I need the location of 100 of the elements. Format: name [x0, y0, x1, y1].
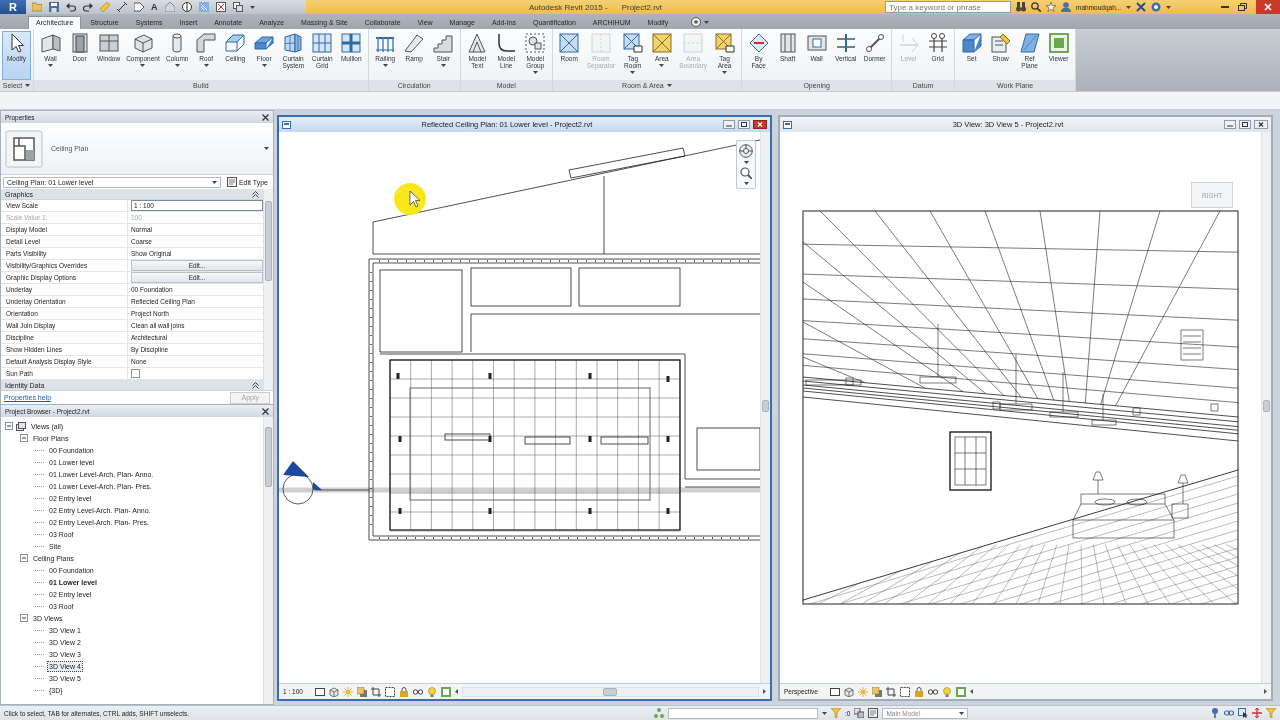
file-name: Project2.rvt	[621, 2, 663, 12]
arrow-left-icon[interactable]	[454, 689, 458, 694]
text-tool-button[interactable]: A	[151, 1, 158, 13]
dimension-line-icon[interactable]	[117, 2, 127, 12]
caret-icon[interactable]	[666, 84, 672, 87]
pin-icon[interactable]	[1210, 708, 1220, 718]
caret-icon[interactable]	[203, 64, 209, 67]
ref-plane-icon	[1019, 33, 1040, 53]
close-icon[interactable]	[262, 113, 269, 121]
window-icon	[98, 33, 119, 53]
collapse-icon[interactable]	[252, 381, 259, 389]
binoculars-icon[interactable]	[1016, 2, 1026, 12]
mouse-pointer-icon	[394, 183, 426, 215]
caret-icon[interactable]	[659, 64, 665, 67]
steering-wheel-icon[interactable]	[739, 144, 753, 158]
sheet-icon[interactable]	[868, 708, 879, 718]
caret-icon[interactable]	[704, 21, 710, 24]
frame-icon[interactable]	[829, 686, 840, 697]
caret-icon[interactable]	[440, 64, 446, 67]
caret-icon[interactable]	[48, 64, 53, 67]
scroll-thumb[interactable]	[762, 400, 769, 412]
caret-icon[interactable]	[140, 64, 146, 67]
dashed-frame-icon[interactable]	[384, 686, 395, 697]
dashed-frame-icon[interactable]	[899, 686, 910, 697]
search-field[interactable]: Type a keyword or phrase	[885, 1, 1011, 13]
caret-icon[interactable]	[249, 5, 255, 9]
workset-field[interactable]	[668, 707, 818, 719]
arrow-left-icon[interactable]	[969, 689, 973, 694]
caret-icon[interactable]	[211, 180, 217, 184]
caret-icon[interactable]	[25, 84, 31, 87]
restore-icon[interactable]	[1239, 120, 1251, 129]
crop-icon[interactable]	[370, 686, 381, 697]
glasses-icon[interactable]	[412, 686, 423, 697]
application-button[interactable]: R	[0, 0, 26, 14]
tag-icon[interactable]	[134, 2, 144, 12]
framed-square-icon[interactable]	[440, 686, 451, 697]
squares-icon[interactable]	[854, 708, 865, 718]
close-icon[interactable]	[1254, 120, 1268, 129]
cursor-box-icon[interactable]	[1238, 708, 1248, 718]
checkbox[interactable]	[131, 369, 140, 378]
restore-icon[interactable]	[1238, 3, 1247, 11]
scroll-thumb[interactable]	[265, 201, 272, 281]
glasses-icon[interactable]	[927, 686, 938, 697]
arrow-right-icon[interactable]	[763, 689, 766, 694]
cube-icon[interactable]	[843, 686, 854, 697]
user-icon[interactable]	[1061, 2, 1071, 12]
arrow-right-icon[interactable]	[1264, 689, 1267, 694]
caret-icon[interactable]	[743, 182, 749, 185]
lock-icon[interactable]	[398, 686, 409, 697]
curve-icon	[496, 33, 517, 53]
cube-icon[interactable]	[328, 686, 339, 697]
caret-icon[interactable]	[822, 711, 827, 715]
shadow-icon[interactable]	[356, 686, 367, 697]
plane-icon	[961, 33, 982, 53]
caret-icon[interactable]	[722, 71, 728, 74]
caret-icon[interactable]	[1166, 5, 1172, 9]
caret-icon[interactable]	[174, 64, 180, 67]
room-icon	[559, 33, 580, 53]
caret-icon[interactable]	[1126, 5, 1132, 9]
close-icon[interactable]	[1256, 0, 1280, 14]
section-marker-icon[interactable]	[181, 2, 192, 12]
star-icon[interactable]	[1046, 2, 1056, 12]
elevation-marker-icon[interactable]	[282, 461, 322, 505]
scroll-thumb[interactable]	[1263, 400, 1270, 412]
grid-icon	[927, 33, 948, 53]
shadow-icon[interactable]	[871, 686, 882, 697]
caret-icon[interactable]	[532, 71, 538, 74]
lock-icon[interactable]	[913, 686, 924, 697]
frame-icon[interactable]	[314, 686, 325, 697]
collapse-icon[interactable]	[252, 190, 259, 198]
caret-icon[interactable]	[382, 64, 388, 67]
crop-icon[interactable]	[885, 686, 896, 697]
chain-icon[interactable]	[1224, 708, 1234, 718]
caret-icon[interactable]	[630, 71, 636, 74]
zoom-icon[interactable]	[740, 167, 752, 179]
area-tag-icon	[714, 33, 735, 53]
scroll-thumb[interactable]	[265, 427, 272, 487]
caret-icon[interactable]	[743, 161, 749, 164]
toggle-icon[interactable]	[691, 17, 702, 27]
search-icon[interactable]	[1031, 2, 1041, 12]
close-icon[interactable]	[262, 407, 269, 415]
windows-icon[interactable]	[232, 2, 243, 12]
cross-icon[interactable]	[1136, 2, 1147, 12]
close-icon[interactable]	[753, 120, 767, 129]
move-arrows-icon[interactable]	[1252, 708, 1262, 718]
framed-square-icon[interactable]	[955, 686, 966, 697]
bulb-icon[interactable]	[941, 686, 952, 697]
vertical-opening-icon	[835, 33, 856, 53]
bulb-icon[interactable]	[426, 686, 437, 697]
undo-arrow-icon[interactable]	[66, 2, 76, 12]
close-windows-icon[interactable]	[215, 2, 226, 12]
caret-icon[interactable]	[261, 64, 267, 67]
area-boundary-icon	[683, 33, 704, 53]
restore-icon[interactable]	[738, 120, 750, 129]
ring-icon[interactable]	[1151, 2, 1162, 12]
caret-icon[interactable]	[264, 147, 269, 150]
redo-arrow-icon[interactable]	[83, 2, 93, 12]
grid-panel-icon	[312, 33, 333, 53]
scroll-thumb[interactable]	[603, 687, 618, 696]
caret-icon[interactable]	[959, 711, 965, 715]
